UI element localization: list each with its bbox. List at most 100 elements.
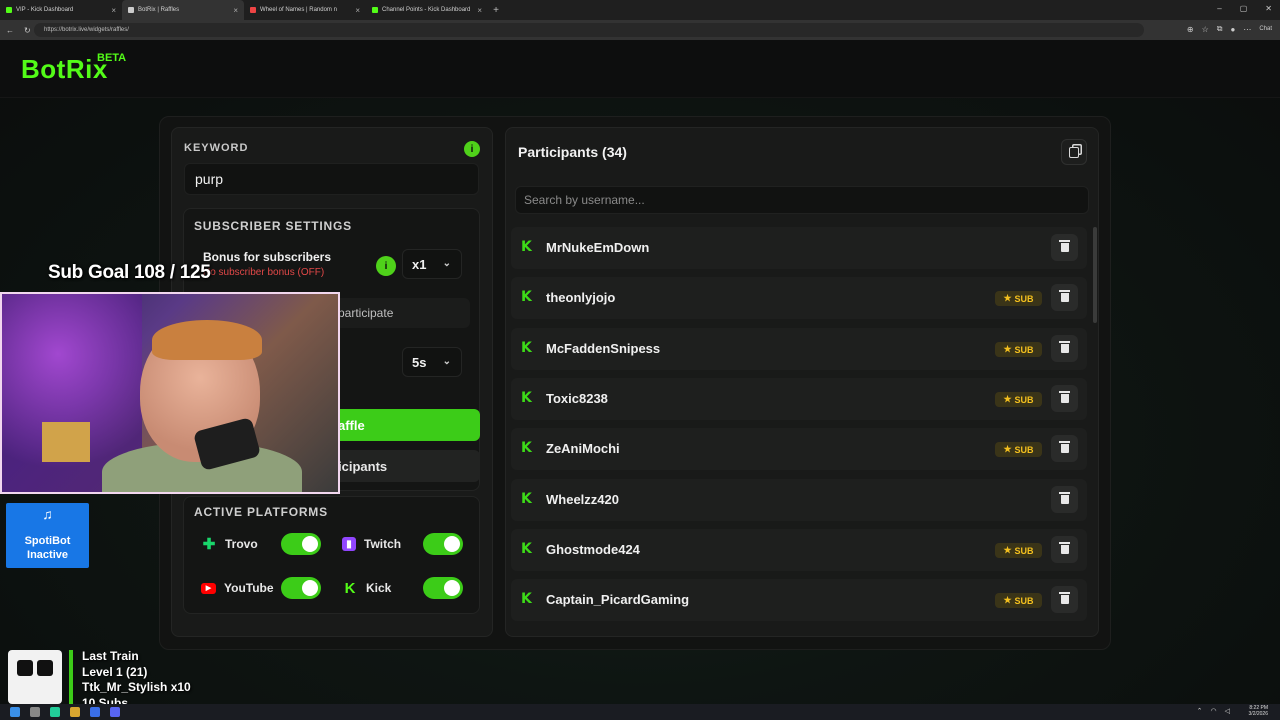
kick-favicon-icon — [372, 7, 378, 13]
tab-title: VIP - Kick Dashboard — [16, 7, 74, 13]
sub-badge: ★ SUB — [995, 593, 1042, 608]
reload-icon[interactable]: ↻ — [24, 26, 32, 35]
keyword-input[interactable]: purp — [184, 163, 479, 195]
os-taskbar — [0, 704, 1280, 720]
train-icon — [8, 650, 62, 704]
sub-label: SUB — [1014, 444, 1034, 455]
delete-participant-button[interactable] — [1051, 234, 1078, 261]
taskbar-clock[interactable]: 8:22 PM 3/2/2026 — [1249, 705, 1268, 717]
webcam-overlay — [0, 292, 340, 494]
close-tab-icon[interactable]: × — [233, 6, 238, 15]
new-tab-button[interactable]: + — [488, 5, 504, 16]
window-controls: – ▢ ✕ — [1217, 4, 1272, 13]
trash-icon — [1059, 290, 1070, 302]
spotibot-title: SpotiBot — [24, 535, 71, 547]
participants-title: Participants (34) — [518, 144, 627, 160]
back-icon[interactable]: ← — [6, 26, 14, 35]
kick-icon: K — [521, 390, 532, 406]
twitch-icon: ▮ — [342, 537, 356, 551]
favorite-icon[interactable]: ☆ — [1202, 25, 1209, 34]
trash-icon — [1059, 240, 1070, 252]
train-progress-bar — [69, 650, 73, 704]
delete-participant-button[interactable] — [1051, 385, 1078, 412]
trovo-toggle[interactable] — [281, 533, 321, 555]
browser-tab-2[interactable]: BotRix | Raffles × — [122, 0, 244, 20]
keyword-info-icon[interactable]: i — [464, 141, 480, 157]
close-window-icon[interactable]: ✕ — [1265, 4, 1272, 13]
zoom-icon[interactable]: ⊕ — [1187, 25, 1194, 34]
start-icon[interactable] — [10, 707, 20, 717]
platform-name: Twitch — [364, 537, 402, 551]
delete-participant-button[interactable] — [1051, 486, 1078, 513]
profile-icon[interactable]: ● — [1230, 25, 1235, 34]
spotibot-status: Inactive — [27, 549, 68, 561]
sub-label: SUB — [1014, 545, 1034, 556]
extensions-icon[interactable]: ⧉ — [1217, 24, 1223, 34]
star-icon: ★ — [1003, 344, 1012, 354]
tray-chevron-icon[interactable]: ⌃ — [1197, 707, 1203, 715]
delete-participant-button[interactable] — [1051, 586, 1078, 613]
sub-label: SUB — [1014, 394, 1034, 405]
twitch-toggle[interactable] — [423, 533, 463, 555]
train-info: Last Train Level 1 (21) Ttk_Mr_Stylish x… — [82, 649, 191, 711]
close-tab-icon[interactable]: × — [111, 6, 116, 15]
participant-name: Wheelzz420 — [546, 492, 619, 507]
kick-toggle[interactable] — [423, 577, 463, 599]
tab-title: Channel Points - Kick Dashboard — [382, 7, 471, 13]
delete-participant-button[interactable] — [1051, 536, 1078, 563]
sub-badge: ★ SUB — [995, 342, 1042, 357]
menu-icon[interactable]: ⋯ — [1243, 25, 1251, 34]
close-tab-icon[interactable]: × — [477, 6, 482, 15]
beta-badge: BETA — [97, 52, 127, 64]
kick-icon: K — [521, 289, 532, 305]
bonus-multiplier-select[interactable]: x1 ⌄ — [402, 249, 462, 279]
copy-button[interactable] — [1061, 139, 1087, 165]
bonus-title: Bonus for subscribers — [203, 250, 332, 264]
chat-button[interactable]: Chat — [1259, 26, 1272, 32]
volume-icon[interactable]: ◁ — [1225, 707, 1230, 715]
sub-label: SUB — [1014, 595, 1034, 606]
browser-tab-3[interactable]: Wheel of Names | Random n × — [244, 0, 366, 20]
participant-name: Captain_PicardGaming — [546, 592, 690, 607]
wifi-icon[interactable]: ◠ — [1211, 707, 1217, 715]
trash-icon — [1059, 542, 1070, 554]
close-tab-icon[interactable]: × — [355, 6, 360, 15]
browser-tab-1[interactable]: VIP - Kick Dashboard × — [0, 0, 122, 20]
participant-name: MrNukeEmDown — [546, 240, 650, 255]
train-title: Last Train — [82, 649, 139, 663]
trash-icon — [1059, 391, 1070, 403]
participant-name: Toxic8238 — [546, 391, 608, 406]
participants-scrollbar[interactable] — [1093, 227, 1097, 323]
sub-badge: ★ SUB — [995, 442, 1042, 457]
delete-participant-button[interactable] — [1051, 435, 1078, 462]
app-icon[interactable] — [90, 707, 100, 717]
youtube-icon: ▶ — [201, 582, 216, 594]
bonus-info-icon[interactable]: i — [376, 256, 396, 276]
participant-search-input[interactable]: Search by username... — [515, 186, 1089, 214]
maximize-icon[interactable]: ▢ — [1240, 4, 1248, 13]
botrix-logo[interactable]: BotRix — [21, 54, 108, 85]
train-top: Ttk_Mr_Stylish x10 — [82, 680, 191, 694]
timer-select[interactable]: 5s ⌄ — [402, 347, 462, 377]
clock-date: 3/2/2026 — [1248, 711, 1268, 717]
trash-icon — [1059, 492, 1070, 504]
edge-icon[interactable] — [50, 707, 60, 717]
kick-icon: K — [344, 579, 356, 597]
sub-badge: ★ SUB — [995, 543, 1042, 558]
active-platforms-title: ACTIVE PLATFORMS — [194, 505, 328, 519]
copy-icon — [1069, 146, 1079, 158]
url-field[interactable]: https://botrix.live/widgets/raffles/ — [34, 23, 1144, 37]
delete-participant-button[interactable] — [1051, 335, 1078, 362]
explorer-icon[interactable] — [70, 707, 80, 717]
delete-participant-button[interactable] — [1051, 284, 1078, 311]
search-icon[interactable] — [30, 707, 40, 717]
minimize-icon[interactable]: – — [1217, 4, 1221, 13]
participant-name: McFaddenSnipess — [546, 341, 661, 356]
discord-icon[interactable] — [110, 707, 120, 717]
chevron-down-icon: ⌄ — [442, 356, 451, 367]
youtube-toggle[interactable] — [281, 577, 321, 599]
browser-tab-4[interactable]: Channel Points - Kick Dashboard × — [366, 0, 488, 20]
kick-favicon-icon — [6, 7, 12, 13]
webcam-person-hair — [152, 320, 262, 360]
browser-toolbar: ⊕ ☆ ⧉ ● ⋯ Chat — [1187, 24, 1272, 34]
